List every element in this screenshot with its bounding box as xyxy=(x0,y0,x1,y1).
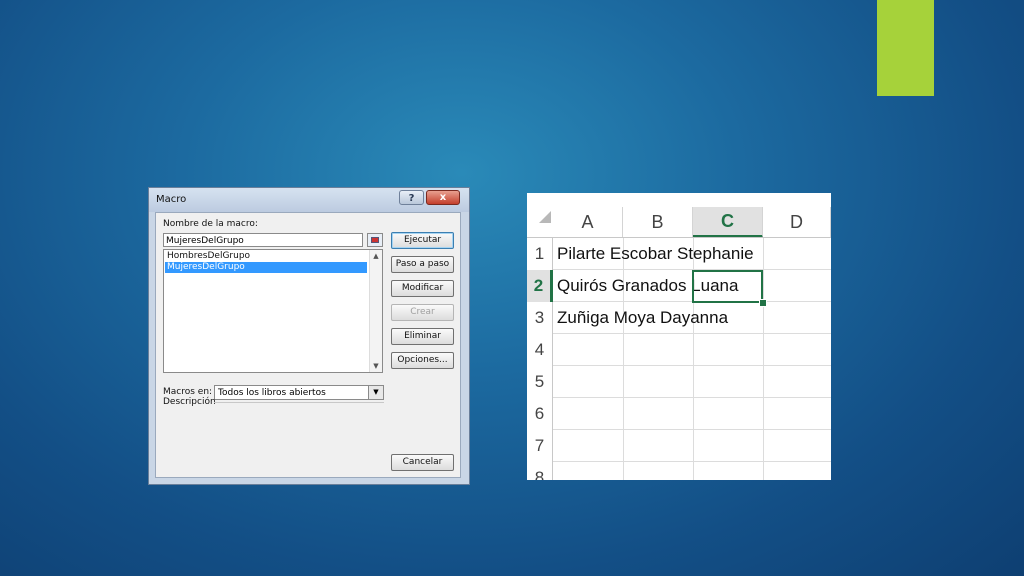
dialog-body: Nombre de la macro: MujeresDelGrupo Homb… xyxy=(155,212,461,478)
list-item[interactable]: HombresDelGrupo xyxy=(165,251,367,262)
macro-name-label: Nombre de la macro: xyxy=(163,219,258,229)
dialog-titlebar: Macro ? x xyxy=(149,188,469,212)
options-button[interactable]: Opciones... xyxy=(391,352,454,369)
fill-handle[interactable] xyxy=(759,299,767,307)
cell-a3[interactable]: Zuñiga Moya Dayanna xyxy=(557,302,728,334)
description-divider xyxy=(214,402,384,403)
chevron-down-icon[interactable]: ▼ xyxy=(368,386,383,399)
help-button[interactable]: ? xyxy=(399,190,424,205)
delete-button[interactable]: Eliminar xyxy=(391,328,454,345)
row-header-7[interactable]: 7 xyxy=(527,430,553,462)
row-header-2[interactable]: 2 xyxy=(527,270,553,302)
macros-in-label: Macros en: xyxy=(163,387,213,397)
column-header-b[interactable]: B xyxy=(623,207,693,238)
macro-list[interactable]: HombresDelGrupo MujeresDelGrupo ▲ ▼ xyxy=(163,249,383,373)
list-scrollbar[interactable]: ▲ ▼ xyxy=(369,250,382,372)
macro-name-input[interactable]: MujeresDelGrupo xyxy=(163,233,363,247)
scroll-up-icon[interactable]: ▲ xyxy=(370,250,382,262)
close-button[interactable]: x xyxy=(426,190,460,205)
spreadsheet: A B C D 1 2 3 4 5 6 7 8 Pilarte Escobar … xyxy=(527,193,831,480)
column-header-c[interactable]: C xyxy=(693,207,763,238)
row-header-8[interactable]: 8 xyxy=(527,462,553,480)
step-into-button[interactable]: Paso a paso xyxy=(391,256,454,273)
macro-dialog: Macro ? x Nombre de la macro: MujeresDel… xyxy=(148,187,470,485)
select-all-corner[interactable] xyxy=(527,193,553,238)
slide-accent-bar xyxy=(877,0,934,96)
macros-in-select[interactable]: Todos los libros abiertos ▼ xyxy=(214,385,384,400)
collapse-dialog-icon[interactable] xyxy=(367,233,383,247)
cell-a1[interactable]: Pilarte Escobar Stephanie xyxy=(557,238,754,270)
row-header-6[interactable]: 6 xyxy=(527,398,553,430)
row-header-1[interactable]: 1 xyxy=(527,238,553,270)
dialog-title: Macro xyxy=(156,194,187,205)
row-header-4[interactable]: 4 xyxy=(527,334,553,366)
column-header-a[interactable]: A xyxy=(553,207,623,238)
scroll-down-icon[interactable]: ▼ xyxy=(370,360,382,372)
macros-in-value: Todos los libros abiertos xyxy=(218,388,326,398)
edit-button[interactable]: Modificar xyxy=(391,280,454,297)
row-header-5[interactable]: 5 xyxy=(527,366,553,398)
run-button[interactable]: Ejecutar xyxy=(391,232,454,249)
cancel-button[interactable]: Cancelar xyxy=(391,454,454,471)
create-button[interactable]: Crear xyxy=(391,304,454,321)
row-header-3[interactable]: 3 xyxy=(527,302,553,334)
active-cell-c2[interactable] xyxy=(692,270,763,303)
column-header-d[interactable]: D xyxy=(763,207,831,238)
list-item[interactable]: MujeresDelGrupo xyxy=(165,262,367,273)
description-label: Descripción xyxy=(163,397,216,407)
